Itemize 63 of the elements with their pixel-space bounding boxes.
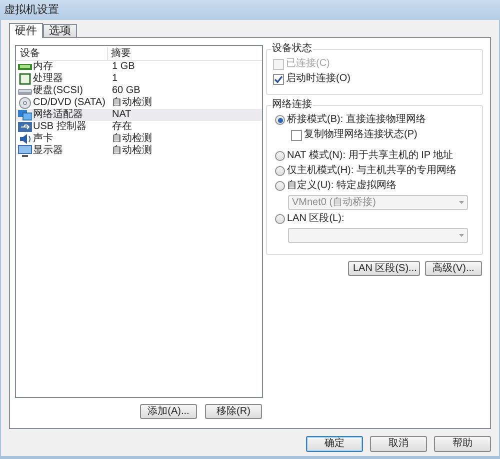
dialog-button[interactable]: 取消: [370, 436, 427, 452]
tab[interactable]: 选项: [43, 24, 77, 37]
device-summary: 存在: [111, 122, 132, 132]
radio-label: 仅主机模式(H): 与主机共享的专用网络: [287, 165, 456, 177]
radio-button[interactable]: [275, 166, 285, 176]
radio-button[interactable]: [275, 181, 285, 191]
device-summary: 自动检测: [111, 98, 152, 108]
dialog-button[interactable]: 帮助: [434, 436, 491, 452]
device-name: CD/DVD (SATA): [33, 98, 106, 108]
device-name: 处理器: [33, 74, 63, 84]
device-name: USB 控制器: [33, 122, 86, 132]
checkbox-label: 已连接(C): [286, 58, 330, 70]
radio-button[interactable]: [275, 115, 285, 125]
dialog-button[interactable]: 确定: [306, 436, 363, 452]
column-header[interactable]: 摘要: [108, 47, 131, 60]
memory-icon: [18, 61, 32, 73]
advanced-button[interactable]: 高级(V)...: [425, 261, 482, 276]
device-name: 声卡: [33, 134, 53, 144]
device-summary: 自动检测: [111, 134, 152, 144]
device-row[interactable]: USB 控制器 存在: [16, 121, 262, 133]
checkbox-label: 复制物理网络连接状态(P): [304, 129, 418, 141]
speaker-icon: [18, 133, 32, 145]
radio-label: LAN 区段(L):: [287, 213, 344, 225]
remove-button[interactable]: 移除(R): [205, 404, 262, 419]
device-name: 硬盘(SCSI): [33, 86, 83, 96]
disc-icon: [18, 97, 32, 109]
lan-segment-button[interactable]: LAN 区段(S)...: [348, 261, 420, 276]
column-header[interactable]: 设备: [16, 47, 108, 60]
device-summary: 60 GB: [111, 86, 140, 96]
device-summary: 1: [111, 74, 118, 84]
device-name: 网络适配器: [33, 110, 83, 120]
dropdown-value: VMnet0 (自动桥接): [292, 198, 376, 208]
device-row[interactable]: 硬盘(SCSI) 60 GB: [16, 85, 262, 97]
group-title: 设备状态: [271, 43, 313, 55]
radio-label: 自定义(U): 特定虚拟网络: [287, 180, 396, 192]
radio-button[interactable]: [275, 151, 285, 161]
radio-label: 桥接模式(B): 直接连接物理网络: [287, 114, 426, 126]
tab[interactable]: 硬件: [9, 23, 43, 38]
checkbox[interactable]: [273, 74, 284, 84]
usb-icon: [18, 121, 32, 133]
window-title: 虚拟机设置: [4, 2, 59, 18]
dropdown-arrow-icon: [459, 201, 464, 204]
device-name: 内存: [33, 62, 53, 72]
checkbox-label: 启动时连接(O): [286, 73, 350, 85]
device-summary: 自动检测: [111, 146, 152, 156]
device-row[interactable]: 声卡 自动检测: [16, 133, 262, 145]
add-button[interactable]: 添加(A)...: [140, 404, 197, 419]
device-row[interactable]: CD/DVD (SATA) 自动检测: [16, 97, 262, 109]
radio-label: NAT 模式(N): 用于共享主机的 IP 地址: [287, 150, 454, 162]
network-icon: [18, 109, 32, 121]
group-title: 网络连接: [271, 99, 313, 111]
dropdown-arrow-icon: [459, 234, 464, 237]
radio-button[interactable]: [275, 214, 285, 224]
chip-icon: [18, 73, 32, 85]
device-row[interactable]: 内存 1 GB: [16, 61, 262, 73]
device-row[interactable]: 网络适配器 NAT: [16, 109, 262, 121]
monitor-icon: [18, 145, 32, 157]
checkbox[interactable]: [291, 130, 302, 140]
device-row[interactable]: 显示器 自动检测: [16, 145, 262, 157]
device-summary: 1 GB: [111, 62, 135, 72]
device-row[interactable]: 处理器 1: [16, 73, 262, 85]
device-summary: NAT: [111, 110, 132, 120]
device-name: 显示器: [33, 146, 63, 156]
